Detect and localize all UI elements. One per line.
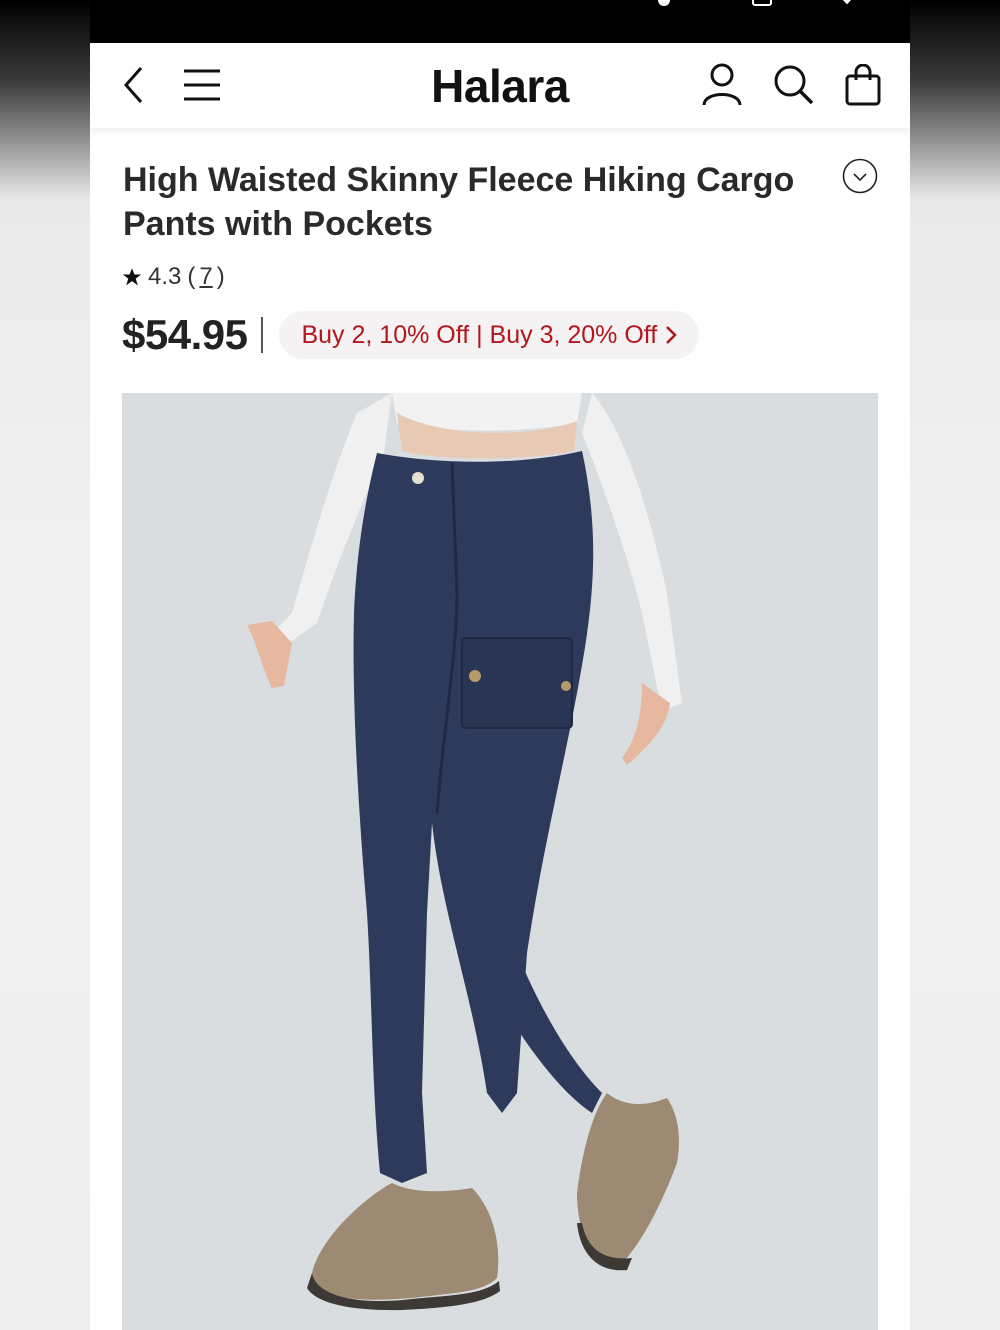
promo-text: Buy 2, 10% Off | Buy 3, 20% Off	[301, 320, 658, 349]
expand-chevron-icon[interactable]	[842, 158, 878, 194]
review-count-open: (	[187, 263, 196, 290]
chevron-right-icon	[666, 326, 678, 344]
status-icon	[752, 0, 772, 6]
account-icon[interactable]	[700, 63, 744, 107]
divider	[261, 317, 264, 353]
bag-icon[interactable]	[841, 63, 885, 107]
rating-value: 4.3	[148, 263, 182, 290]
product-price: $54.95	[122, 311, 248, 358]
price-row: $54.95 Buy 2, 10% Off | Buy 3, 20% Off	[122, 310, 700, 360]
product-rating: 4.3 ( 7 )	[122, 263, 225, 291]
review-count-close: )	[216, 263, 225, 290]
search-icon[interactable]	[772, 63, 816, 107]
product-image[interactable]	[122, 393, 878, 1330]
product-photo	[247, 393, 682, 1311]
product-title: High Waisted Skinny Fleece Hiking Cargo …	[123, 161, 795, 243]
promo-badge[interactable]: Buy 2, 10% Off | Buy 3, 20% Off	[279, 311, 700, 359]
status-bar	[90, 0, 910, 43]
top-navigation: Halara	[90, 43, 910, 128]
review-count-link[interactable]: 7	[199, 263, 212, 291]
phone-screen: Halara High Waisted Skinny Fleece Hiking…	[90, 0, 910, 1330]
star-icon	[122, 268, 142, 286]
status-icon	[658, 0, 670, 6]
status-icon	[839, 0, 855, 5]
